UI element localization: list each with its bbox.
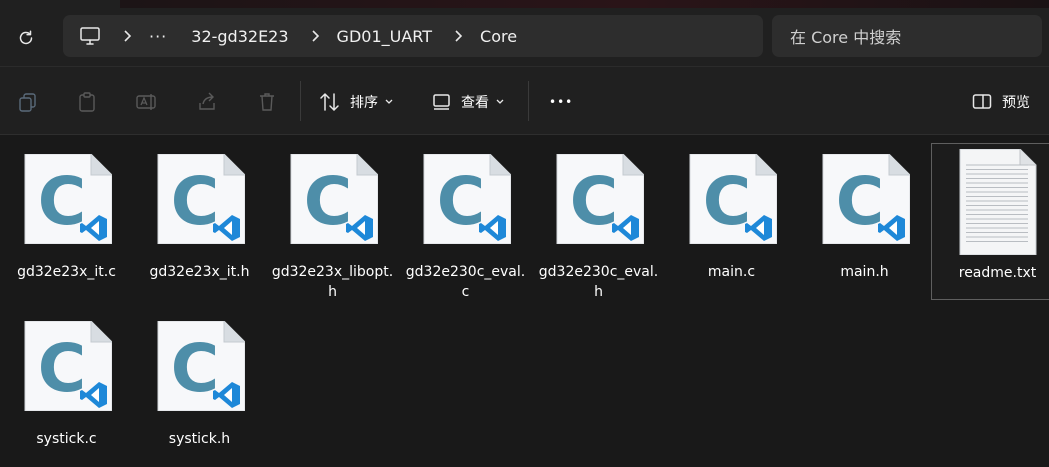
file-grid: Cgd32e23x_it.c Cgd32e23x_it.h Cgd32e23x_li…	[0, 136, 1049, 456]
c-source-file-icon: C	[155, 153, 245, 245]
sort-label: 排序	[350, 95, 378, 111]
file-item[interactable]: readme.txt	[931, 143, 1049, 300]
file-item[interactable]: Cgd32e23x_it.c	[0, 143, 133, 300]
view-label: 查看	[461, 95, 489, 111]
copy-button[interactable]	[17, 89, 39, 115]
svg-text:C: C	[170, 330, 218, 407]
file-item[interactable]: Cmain.h	[798, 143, 931, 300]
file-name: gd32e23x_it.c	[17, 264, 116, 280]
chevron-right-icon[interactable]	[121, 29, 135, 43]
preview-pane-icon	[972, 94, 992, 109]
breadcrumb-item-gd01-uart[interactable]: GD01_UART	[337, 27, 432, 46]
file-item[interactable]: Csystick.c	[0, 310, 133, 467]
chevron-right-icon[interactable]	[309, 29, 323, 43]
file-name: gd32e230c_eval.c	[405, 264, 526, 300]
breadcrumb-item-core[interactable]: Core	[480, 27, 517, 46]
more-options-button[interactable]: •••	[549, 89, 573, 115]
rename-icon	[136, 94, 156, 110]
command-bar: 排序 查看 ••• 预览	[0, 67, 1049, 135]
preview-label: 预览	[1002, 95, 1030, 111]
c-source-file-icon: C	[22, 153, 112, 245]
c-source-file-icon: C	[687, 153, 777, 245]
address-bar: ··· 32-gd32E23 GD01_UART Core 在 Core 中搜索	[0, 0, 1049, 67]
svg-text:C: C	[303, 163, 351, 240]
share-icon	[199, 92, 215, 110]
file-item[interactable]: Cgd32e230c_eval.h	[532, 143, 665, 300]
trash-icon	[260, 93, 274, 111]
file-item[interactable]: Cgd32e230c_eval.c	[399, 143, 532, 300]
file-name: readme.txt	[958, 265, 1037, 281]
c-source-file-icon: C	[820, 153, 910, 245]
window-title-strip	[120, 0, 1049, 8]
c-source-file-icon: C	[554, 153, 644, 245]
svg-text:C: C	[702, 163, 750, 240]
refresh-icon	[19, 30, 33, 45]
file-item[interactable]: Cgd32e23x_it.h	[133, 143, 266, 300]
breadcrumb-item-32-gd32e23[interactable]: 32-gd32E23	[191, 27, 288, 46]
file-name: systick.h	[168, 431, 231, 447]
sort-icon	[320, 92, 339, 112]
file-item[interactable]: Cgd32e23x_libopt.h	[266, 143, 399, 300]
search-input[interactable]: 在 Core 中搜索	[772, 15, 1042, 57]
view-icon	[433, 94, 450, 110]
chevron-down-icon	[385, 99, 393, 104]
search-placeholder: 在 Core 中搜索	[790, 28, 902, 47]
c-source-file-icon: C	[155, 320, 245, 412]
svg-text:C: C	[569, 163, 617, 240]
file-name: gd32e230c_eval.h	[538, 264, 659, 300]
svg-text:C: C	[170, 163, 218, 240]
file-item[interactable]: Csystick.h	[133, 310, 266, 467]
svg-text:C: C	[436, 163, 484, 240]
paste-button[interactable]	[76, 89, 98, 115]
copy-icon	[19, 93, 36, 112]
file-name: main.c	[707, 264, 756, 280]
svg-text:C: C	[37, 163, 85, 240]
chevron-right-icon[interactable]	[452, 29, 466, 43]
c-source-file-icon: C	[22, 320, 112, 412]
file-item[interactable]: Cmain.c	[665, 143, 798, 300]
breadcrumb[interactable]: ··· 32-gd32E23 GD01_UART Core	[63, 15, 763, 57]
c-source-file-icon: C	[421, 153, 511, 245]
rename-button[interactable]	[135, 89, 159, 115]
file-name: systick.c	[36, 431, 97, 447]
text-file-icon	[953, 148, 1043, 256]
share-button[interactable]	[196, 89, 218, 115]
this-pc-icon[interactable]	[79, 25, 101, 47]
file-name: main.h	[840, 264, 889, 280]
toolbar-divider	[300, 81, 301, 121]
preview-pane-button[interactable]: 预览	[972, 89, 1030, 115]
delete-button[interactable]	[256, 89, 278, 115]
file-name: gd32e23x_libopt.h	[271, 264, 394, 300]
svg-text:C: C	[37, 330, 85, 407]
refresh-button[interactable]	[12, 24, 40, 52]
c-source-file-icon: C	[288, 153, 378, 245]
more-icon: •••	[549, 95, 574, 109]
paste-icon	[79, 92, 95, 112]
file-name: gd32e23x_it.h	[149, 264, 250, 280]
chevron-down-icon	[496, 99, 504, 104]
sort-button[interactable]: 排序	[318, 89, 394, 115]
svg-text:C: C	[835, 163, 883, 240]
toolbar-divider	[528, 81, 529, 121]
view-button[interactable]: 查看	[432, 89, 505, 115]
breadcrumb-overflow[interactable]: ···	[149, 27, 167, 46]
